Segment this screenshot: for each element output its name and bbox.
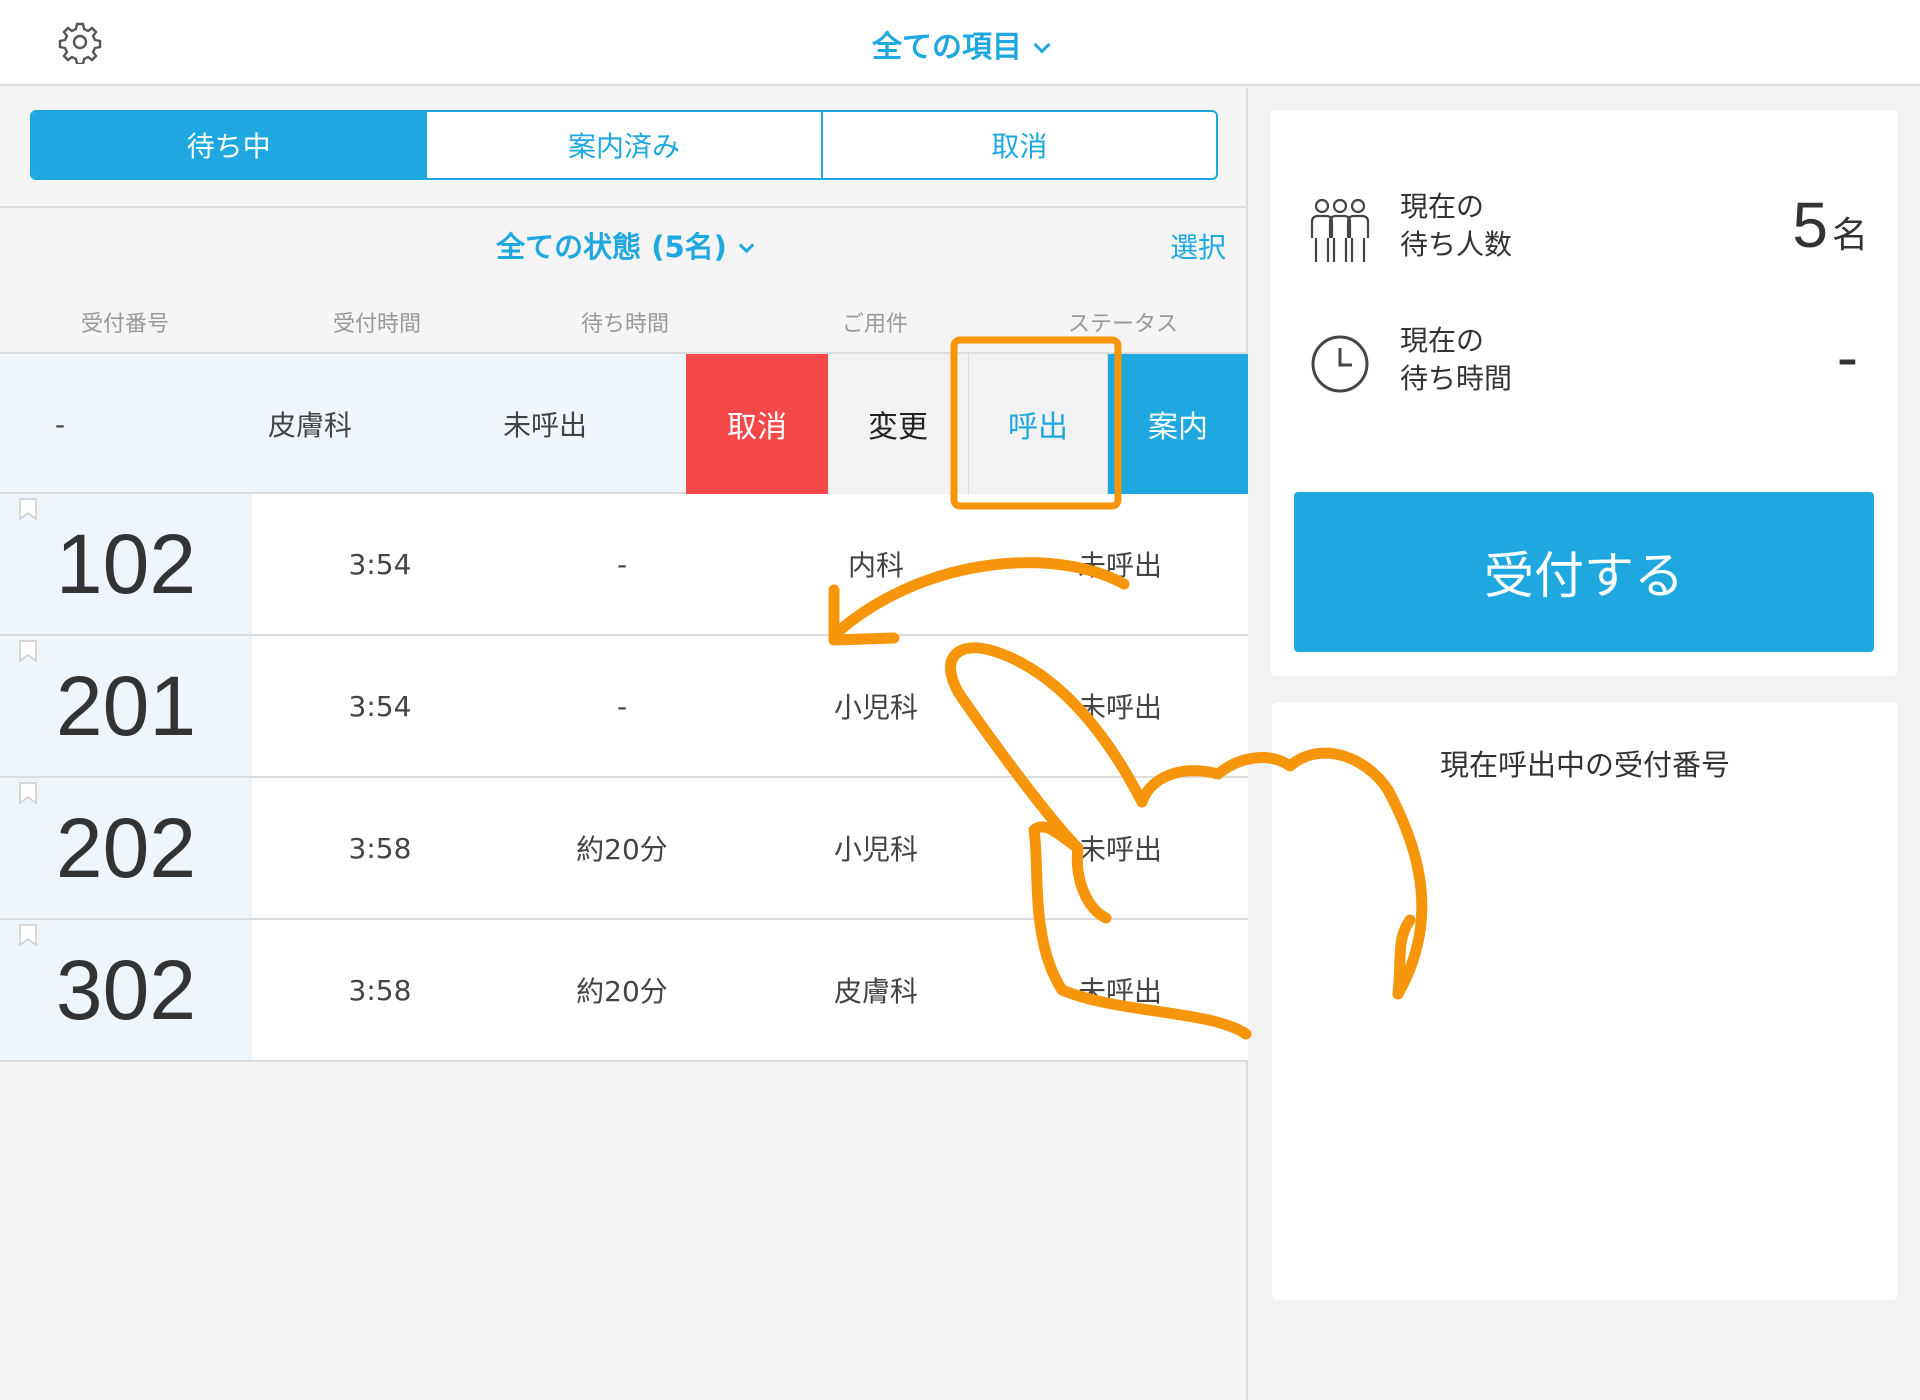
column-header-number: 受付番号 bbox=[80, 312, 169, 337]
calling-title: 現在呼出中の受付番号 bbox=[1439, 748, 1730, 782]
reception-button[interactable]: 受付する bbox=[1294, 492, 1874, 652]
waiting-stats-card: 現在の 待ち人数 5名 現在の 待ち時間 - 受付する bbox=[1270, 110, 1898, 676]
queue-list: - 皮膚科 未呼出 取消 変更 呼出 案内 102 3:54 - 内科 未呼出 … bbox=[0, 352, 1248, 1062]
wait-time: - bbox=[616, 689, 628, 723]
waiting-people-label: 現在の 待ち人数 bbox=[1400, 188, 1512, 264]
guide-action-button[interactable]: 案内 bbox=[1108, 354, 1248, 494]
tab-waiting[interactable]: 待ち中 bbox=[32, 112, 426, 178]
status: 未呼出 bbox=[1077, 691, 1162, 724]
people-icon bbox=[1310, 198, 1370, 262]
call-action-button[interactable]: 呼出 bbox=[968, 354, 1108, 494]
calling-card: 現在呼出中の受付番号 bbox=[1272, 702, 1898, 1300]
purpose: 皮膚科 bbox=[267, 409, 352, 442]
purpose: 小児科 bbox=[833, 833, 918, 866]
purpose: 小児科 bbox=[833, 691, 918, 724]
status-tabs: 待ち中 案内済み 取消 bbox=[30, 110, 1218, 180]
category-dropdown-label: 全ての項目 bbox=[872, 30, 1022, 65]
waiting-people-label-line2: 待ち人数 bbox=[1400, 228, 1513, 261]
cancel-action-button[interactable]: 取消 bbox=[686, 354, 828, 494]
tab-guided[interactable]: 案内済み bbox=[425, 112, 820, 178]
waiting-people-label-line1: 現在の bbox=[1400, 190, 1485, 223]
chevron-down-icon bbox=[738, 237, 755, 254]
wait-time: - bbox=[616, 547, 628, 581]
reception-time: 3:58 bbox=[348, 973, 412, 1007]
column-headers: 受付番号 受付時間 待ち時間 ご用件 ステータス bbox=[0, 306, 1248, 340]
divider bbox=[0, 206, 1248, 208]
select-button[interactable]: 選択 bbox=[1170, 226, 1226, 266]
table-row[interactable]: 302 3:58 約20分 皮膚科 未呼出 bbox=[0, 920, 1248, 1062]
change-action-button[interactable]: 変更 bbox=[828, 354, 968, 494]
status: 未呼出 bbox=[1077, 833, 1162, 866]
waiting-people-unit: 名 bbox=[1831, 214, 1868, 255]
waiting-time-value: - bbox=[1836, 321, 1858, 393]
waiting-time-label: 現在の 待ち時間 bbox=[1400, 322, 1512, 398]
wait-time: 約20分 bbox=[576, 833, 668, 866]
status-filter-label: 全ての状態 (5名) bbox=[496, 230, 727, 264]
category-dropdown[interactable]: 全ての項目 bbox=[0, 22, 1920, 66]
chevron-down-icon bbox=[1033, 36, 1051, 54]
status: 未呼出 bbox=[1077, 975, 1162, 1008]
status: 未呼出 bbox=[1077, 549, 1162, 582]
waiting-time-label-line2: 待ち時間 bbox=[1400, 362, 1513, 395]
column-header-status: ステータス bbox=[1067, 312, 1178, 337]
reception-number: 201 bbox=[55, 658, 197, 753]
swiped-row[interactable]: - 皮膚科 未呼出 取消 変更 呼出 案内 bbox=[0, 352, 1248, 494]
purpose: 内科 bbox=[847, 549, 904, 582]
top-bar: 全ての項目 bbox=[0, 0, 1920, 86]
wait-time: - bbox=[54, 407, 66, 441]
table-row[interactable]: 201 3:54 - 小児科 未呼出 bbox=[0, 636, 1248, 778]
table-row[interactable]: 102 3:54 - 内科 未呼出 bbox=[0, 494, 1248, 636]
reception-number: 202 bbox=[55, 800, 197, 895]
reception-time: 3:54 bbox=[348, 689, 412, 723]
waiting-people-value: 5 bbox=[1792, 189, 1828, 261]
table-row[interactable]: 202 3:58 約20分 小児科 未呼出 bbox=[0, 778, 1248, 920]
status: 未呼出 bbox=[502, 409, 587, 442]
column-header-wait: 待ち時間 bbox=[580, 312, 669, 337]
reception-time: 3:54 bbox=[348, 547, 412, 581]
tab-cancelled[interactable]: 取消 bbox=[820, 112, 1216, 178]
purpose: 皮膚科 bbox=[833, 975, 918, 1008]
column-header-purpose: ご用件 bbox=[841, 312, 908, 337]
reception-number: 102 bbox=[55, 516, 197, 611]
status-filter-dropdown[interactable]: 全ての状態 (5名) bbox=[0, 224, 1248, 266]
reception-time: 3:58 bbox=[348, 831, 412, 865]
clock-icon bbox=[1311, 335, 1369, 393]
reception-number: 302 bbox=[55, 942, 197, 1037]
wait-time: 約20分 bbox=[576, 975, 668, 1008]
waiting-people-count: 5名 bbox=[1792, 188, 1868, 262]
queue-panel: 待ち中 案内済み 取消 全ての状態 (5名) 選択 受付番号 受付時間 待ち時間… bbox=[0, 88, 1248, 1400]
column-header-time: 受付時間 bbox=[332, 312, 421, 337]
waiting-time-label-line1: 現在の bbox=[1400, 324, 1485, 357]
